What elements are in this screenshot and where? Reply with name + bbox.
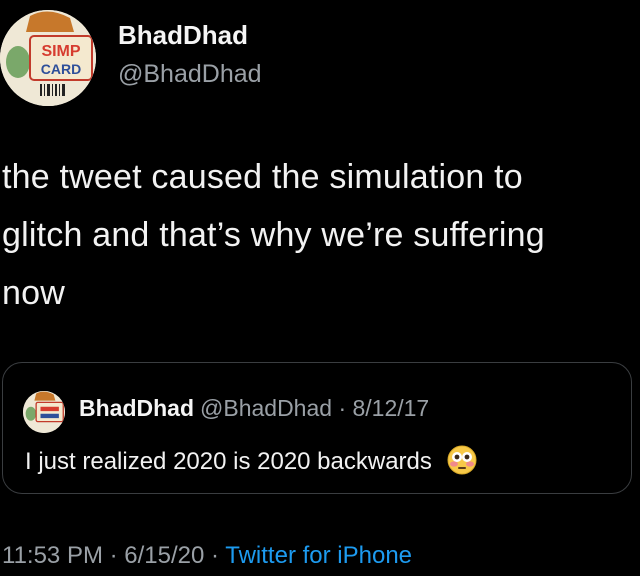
tweet-text-line-1: the tweet caused the simulation to (2, 158, 523, 196)
tweet-footer: 11:53 PM · 6/15/20 · Twitter for iPhone (2, 542, 412, 570)
tweet-date[interactable]: 6/15/20 (124, 542, 204, 569)
quoted-tweet[interactable]: BhadDhad @BhadDhad · 8/12/17 I just reali… (2, 362, 632, 494)
footer-separator: · (102, 542, 125, 569)
quoted-text: I just realized 2020 is 2020 backwards (25, 448, 432, 475)
avatar-image: SIMP CARD (0, 10, 96, 106)
tweet-card: SIMP CARD BhadDhad @BhadDhad the tweet c… (0, 0, 640, 576)
display-name[interactable]: BhadDhad (118, 20, 248, 51)
tweet-source-link[interactable]: Twitter for iPhone (225, 542, 412, 569)
quoted-display-name: BhadDhad (79, 395, 194, 421)
avatar[interactable]: SIMP CARD (0, 10, 96, 106)
quoted-header: BhadDhad @BhadDhad · 8/12/17 (79, 395, 429, 422)
footer-separator: · (204, 542, 226, 569)
tweet-text-line-2: glitch and that’s why we’re suffering (2, 216, 545, 254)
quoted-avatar (23, 391, 65, 433)
tweet-header: SIMP CARD BhadDhad @BhadDhad (0, 8, 640, 106)
tweet-body: the tweet caused the simulation to glitc… (2, 148, 638, 322)
tweet-time[interactable]: 11:53 PM (2, 542, 103, 569)
avatar-text-top: SIMP (41, 43, 80, 60)
tweet-text-line-3: now (2, 274, 65, 312)
quoted-text-row: I just realized 2020 is 2020 backwards (25, 445, 477, 476)
quoted-avatar-image (23, 391, 65, 433)
user-handle[interactable]: @BhadDhad (118, 60, 262, 89)
quoted-meta: @BhadDhad · 8/12/17 (200, 395, 430, 421)
avatar-text-bottom: CARD (41, 61, 81, 77)
flushed-face-icon (447, 445, 477, 475)
